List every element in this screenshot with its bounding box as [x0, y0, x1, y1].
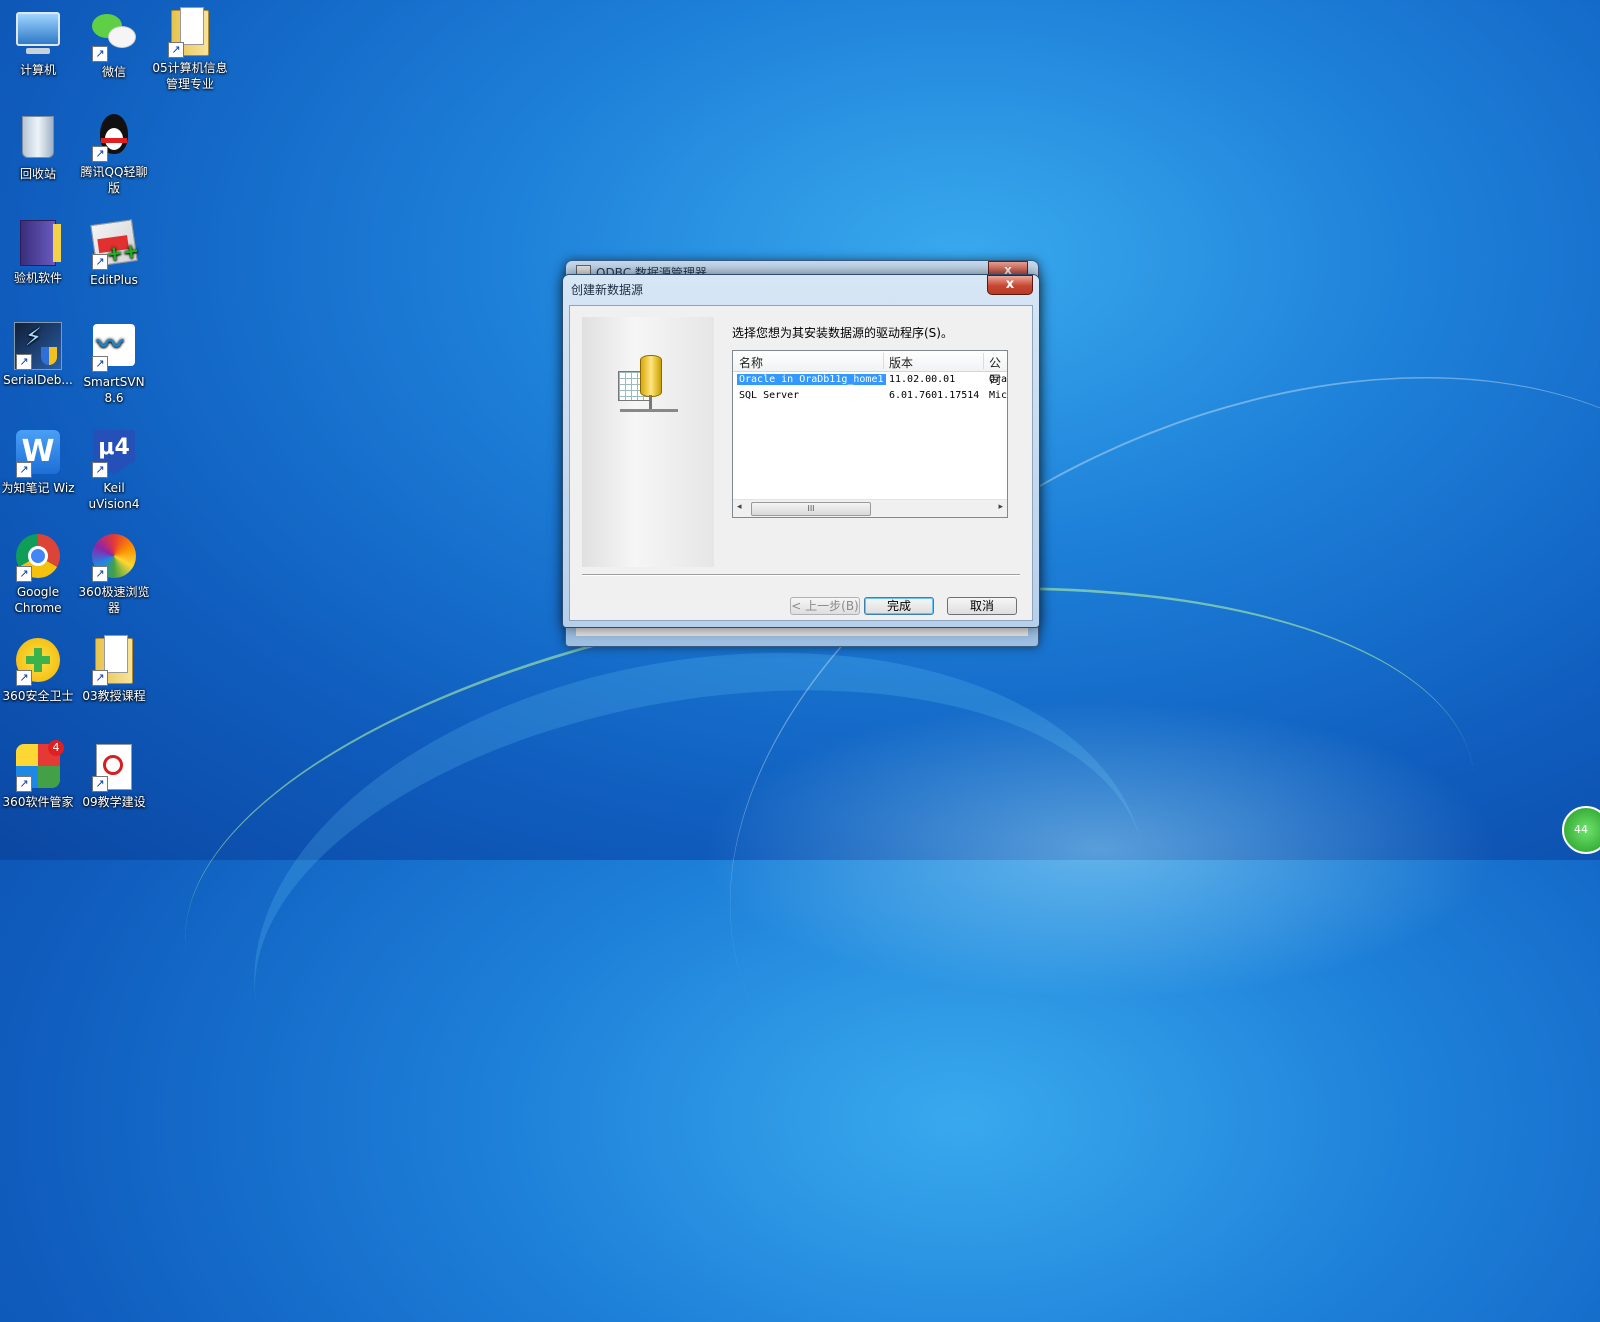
desktop-icon-editplus[interactable]: ++ ↗ EditPlus: [76, 218, 152, 288]
shortcut-arrow-icon: ↗: [168, 42, 184, 58]
desktop-icon-label: 05计算机信息管理专业: [152, 61, 228, 91]
qq-icon: ↗: [90, 114, 138, 162]
shortcut-arrow-icon: ↗: [92, 356, 108, 372]
shortcut-arrow-icon: ↗: [92, 254, 108, 270]
shortcut-arrow-icon: ↗: [16, 566, 32, 582]
folder-icon: [14, 220, 62, 268]
serial-debug-icon: ⚡ ↗: [14, 322, 62, 370]
desktop-icon-label: 03教授课程: [82, 689, 146, 703]
driver-list-header: 名称 版本 公司: [733, 351, 1007, 387]
shortcut-arrow-icon: ↗: [16, 670, 32, 686]
desktop-icon-label: 腾讯QQ轻聊版: [80, 165, 148, 195]
wizard-side-panel: [582, 317, 714, 567]
wechat-icon: ↗: [90, 14, 138, 62]
desktop-icon-wiz[interactable]: W ↗ 为知笔记 Wiz: [0, 428, 76, 496]
desktop-icon-courses[interactable]: ↗ 03教授课程: [76, 635, 152, 704]
360-software-manager-icon: 4 ↗: [14, 740, 64, 792]
folder-icon: ↗: [90, 635, 138, 686]
cancel-button[interactable]: 取消: [947, 597, 1017, 615]
desktop-icon-yanji[interactable]: 验机软件: [0, 218, 76, 286]
column-header-version[interactable]: 版本: [889, 354, 913, 371]
finish-button[interactable]: 完成: [864, 597, 934, 615]
shortcut-arrow-icon: ↗: [92, 776, 108, 792]
column-header-name[interactable]: 名称: [739, 354, 763, 371]
computer-icon: [14, 12, 62, 60]
desktop-icon-label: 计算机: [19, 63, 56, 77]
dialog-divider: [582, 574, 1020, 576]
360-browser-icon: ↗: [90, 534, 138, 582]
folder-icon: ↗: [166, 7, 214, 58]
dialog-title: 创建新数据源: [571, 283, 644, 297]
desktop-icon-label: 09教学建设: [82, 795, 146, 809]
shortcut-arrow-icon: ↗: [16, 462, 32, 478]
desktop-icon-info-mgmt[interactable]: ↗ 05计算机信息管理专业: [152, 7, 228, 92]
driver-company: Ora: [989, 374, 1008, 385]
driver-version: 6.01.7601.17514: [889, 390, 980, 401]
desktop-icon-recycle-bin[interactable]: 回收站: [0, 112, 76, 182]
shortcut-arrow-icon: ↗: [92, 566, 108, 582]
horizontal-scrollbar[interactable]: ◂ III ▸: [733, 499, 1007, 517]
desktop-icon-360-browser[interactable]: ↗ 360极速浏览器: [76, 532, 152, 616]
desktop-icon-360-software-manager[interactable]: 4 ↗ 360软件管家: [0, 740, 76, 810]
shortcut-arrow-icon: ↗: [92, 462, 108, 478]
desktop-icon-360-security[interactable]: ↗ 360安全卫士: [0, 636, 76, 704]
shortcut-arrow-icon: ↗: [16, 354, 32, 370]
driver-name: SQL Server: [739, 390, 800, 401]
keil-icon: μ4 ↗: [90, 430, 138, 478]
desktop-icon-chrome[interactable]: ↗ Google Chrome: [0, 532, 76, 616]
desktop-icon-label: SmartSVN 8.6: [83, 375, 145, 405]
driver-row[interactable]: Oracle in OraDb11g_home1 11.02.00.01 Ora: [733, 373, 1007, 389]
desktop-icon-qq[interactable]: ↗ 腾讯QQ轻聊版: [76, 112, 152, 196]
shortcut-arrow-icon: ↗: [92, 146, 108, 162]
desktop-icon-teaching[interactable]: ↗ 09教学建设: [76, 742, 152, 810]
pdf-icon: ↗: [90, 744, 138, 792]
data-source-icon: [618, 355, 678, 417]
desktop-icon-label: 回收站: [19, 167, 56, 181]
scroll-left-icon[interactable]: ◂: [737, 502, 742, 512]
scrollbar-thumb[interactable]: III: [751, 502, 871, 516]
desktop-icon-label: 360软件管家: [2, 795, 74, 809]
back-button[interactable]: < 上一步(B): [790, 597, 860, 615]
desktop-icon-label: 360安全卫士: [2, 689, 74, 703]
dialog-body: 选择您想为其安装数据源的驱动程序(S)。 名称 版本 公司 Oracle in …: [569, 305, 1033, 621]
editplus-icon: ++ ↗: [90, 219, 141, 270]
shortcut-arrow-icon: ↗: [92, 46, 108, 62]
360-security-icon: ↗: [14, 638, 62, 686]
shortcut-arrow-icon: ↗: [92, 670, 108, 686]
desktop-icon-label: Google Chrome: [14, 585, 62, 615]
shortcut-arrow-icon: ↗: [16, 776, 32, 792]
desktop-icon-label: SerialDeb...: [3, 373, 73, 387]
desktop-icon-label: 验机软件: [13, 271, 62, 285]
desktop-icon-label: 为知笔记 Wiz: [1, 481, 75, 495]
recycle-bin-icon: [14, 116, 62, 164]
desktop-icon-keil[interactable]: μ4 ↗ Keil uVision4: [76, 428, 152, 512]
desktop-icon-serialdebug[interactable]: ⚡ ↗ SerialDeb...: [0, 322, 76, 388]
driver-company: Mic: [989, 390, 1008, 401]
desktop-icon-smartsvn[interactable]: 〰 ↗ SmartSVN 8.6: [76, 322, 152, 406]
desktop-icon-label: Keil uVision4: [88, 481, 140, 511]
scroll-right-icon[interactable]: ▸: [998, 502, 1003, 512]
driver-list[interactable]: 名称 版本 公司 Oracle in OraDb11g_home1 11.02.…: [732, 350, 1008, 518]
driver-prompt: 选择您想为其安装数据源的驱动程序(S)。: [732, 326, 953, 340]
wiz-icon: W ↗: [14, 430, 62, 478]
create-data-source-dialog[interactable]: 创建新数据源 x 选择您想为其安装数据源的驱动程序(S)。 名称 版本 公司 O…: [562, 274, 1040, 628]
driver-row[interactable]: SQL Server 6.01.7601.17514 Mic: [733, 389, 1007, 405]
smartsvn-icon: 〰 ↗: [90, 324, 138, 372]
notification-badge: 4: [48, 740, 64, 756]
desktop-icon-label: 360极速浏览器: [78, 585, 150, 615]
desktop-icon-label: 微信: [101, 65, 126, 79]
desktop-icon-computer[interactable]: 计算机: [0, 8, 76, 78]
desktop-icon-wechat[interactable]: ↗ 微信: [76, 8, 152, 80]
close-button[interactable]: x: [987, 275, 1033, 295]
driver-name: Oracle in OraDb11g_home1: [737, 374, 886, 385]
desktop-icon-label: EditPlus: [90, 273, 138, 287]
chrome-icon: ↗: [14, 534, 62, 582]
driver-version: 11.02.00.01: [889, 374, 956, 385]
